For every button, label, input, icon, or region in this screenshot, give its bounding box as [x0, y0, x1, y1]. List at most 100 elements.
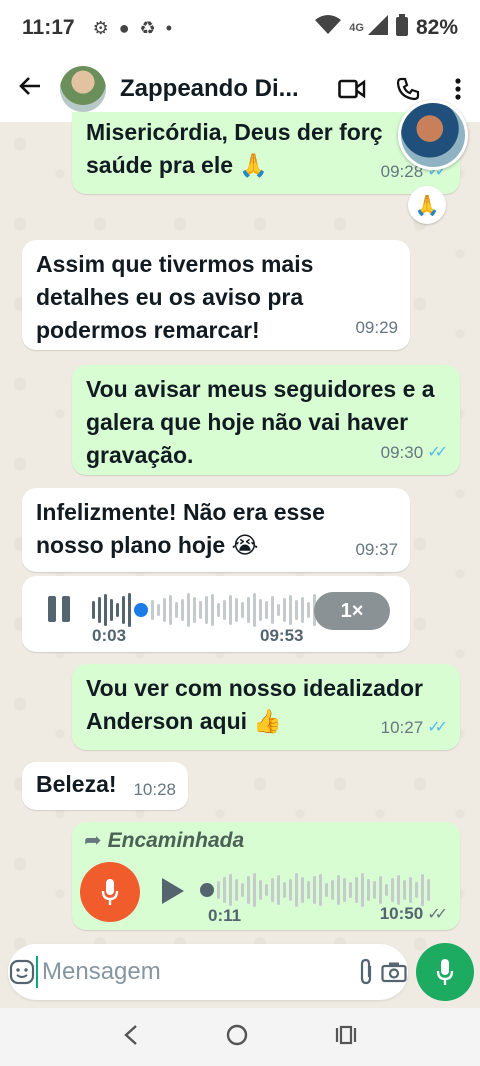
- waveform-bar: [427, 879, 430, 901]
- waveform-bar: [235, 598, 238, 622]
- forward-arrow-icon: ➦: [84, 829, 102, 852]
- message-time: 09:30: [380, 443, 424, 462]
- chat-title[interactable]: Zappeando Di...: [120, 75, 324, 103]
- waveform-bar: [247, 876, 250, 904]
- waveform-bar: [283, 598, 286, 622]
- waveform-bar: [295, 600, 298, 620]
- message-time: 09:29: [355, 318, 398, 337]
- audio-waveform[interactable]: [92, 592, 322, 628]
- waveform-bar: [403, 880, 406, 900]
- audio-progress-dot[interactable]: [134, 603, 148, 617]
- waveform-bar: [187, 593, 190, 627]
- message-bubble-incoming[interactable]: Assim que tivermos mais detalhes eu os a…: [22, 240, 410, 350]
- waveform-bar: [163, 598, 166, 622]
- reaction-badge[interactable]: 🙏: [408, 186, 446, 224]
- audio-position: 0:03: [92, 626, 127, 645]
- message-meta: 09:29: [355, 311, 398, 344]
- microphone-icon: [436, 959, 454, 985]
- notification-icons: ⚙ ● ♻ •: [93, 18, 172, 39]
- message-bubble-incoming[interactable]: Infelizmente! Não era esse nosso plano h…: [22, 488, 410, 572]
- waveform-bar: [391, 878, 394, 902]
- signal-icon: [367, 15, 388, 41]
- waveform-bar: [157, 604, 160, 616]
- message-time: 10:28: [133, 780, 176, 799]
- message-meta: 10:28: [133, 773, 176, 806]
- record-voice-button[interactable]: [416, 943, 474, 1001]
- video-call-icon[interactable]: [324, 61, 380, 117]
- read-ticks-icon: ✓✓: [427, 444, 448, 461]
- waveform-bar: [355, 877, 358, 903]
- audio-waveform[interactable]: [200, 872, 430, 908]
- nav-recents-icon[interactable]: [335, 1024, 357, 1051]
- voice-message-incoming[interactable]: 1× 0:03 09:53: [22, 576, 410, 652]
- message-text: Misericórdia, Deus der forç: [86, 119, 383, 145]
- waveform-bar: [116, 603, 119, 617]
- waveform-bar: [253, 593, 256, 627]
- message-input[interactable]: [36, 956, 352, 988]
- waveform-bar: [193, 597, 196, 623]
- waveform-bar: [331, 880, 334, 900]
- playback-speed-button[interactable]: 1×: [314, 592, 390, 630]
- forwarded-text: Encaminhada: [107, 829, 245, 852]
- message-time: 10:50: [379, 904, 424, 923]
- message-composer: [8, 944, 408, 1000]
- nav-home-icon[interactable]: [225, 1023, 249, 1052]
- pause-icon[interactable]: [48, 596, 72, 622]
- waveform-bar: [217, 603, 220, 617]
- waveform-bar: [229, 595, 232, 625]
- read-ticks-icon: ✓✓: [427, 719, 448, 736]
- message-meta: 09:30 ✓✓: [381, 436, 448, 469]
- message-bubble-outgoing[interactable]: Vou avisar meus seguidores e a galera qu…: [72, 365, 460, 475]
- waveform-bar: [421, 874, 424, 906]
- message-bubble-outgoing[interactable]: Vou ver com nosso idealizador Anderson a…: [72, 664, 460, 750]
- message-meta: 09:37: [355, 533, 398, 566]
- video-call-pip[interactable]: [398, 100, 468, 170]
- waveform-bar: [367, 879, 370, 901]
- wifi-icon: [315, 15, 342, 41]
- waveform-bar: [247, 597, 250, 623]
- waveform-bar: [295, 873, 298, 907]
- status-time: 11:17: [22, 16, 75, 39]
- message-time: 09:37: [355, 540, 398, 559]
- audio-progress-dot[interactable]: [200, 883, 214, 897]
- waveform-bar: [223, 877, 226, 903]
- waveform-bar: [325, 883, 328, 897]
- microphone-avatar-icon: [80, 862, 140, 922]
- waveform-bar: [277, 604, 280, 616]
- waveform-bar: [379, 876, 382, 904]
- waveform-bar: [307, 602, 310, 618]
- battery-icon: [395, 14, 408, 42]
- waveform-bar: [151, 600, 154, 620]
- play-icon[interactable]: [162, 878, 184, 904]
- waveform-bar: [241, 602, 244, 618]
- waveform-bar: [271, 878, 274, 902]
- waveform-bar: [283, 882, 286, 898]
- message-bubble-incoming[interactable]: Beleza! 10:28: [22, 762, 188, 810]
- attach-icon[interactable]: [352, 944, 380, 1000]
- waveform-bar: [415, 882, 418, 898]
- audio-position: 0:11: [208, 906, 242, 925]
- voice-message-outgoing[interactable]: ➦ Encaminhada 0:11 10:50 ✓✓: [72, 822, 460, 930]
- waveform-bar: [373, 881, 376, 899]
- waveform-bar: [181, 599, 184, 621]
- arrow-left-icon[interactable]: [0, 73, 60, 105]
- message-meta: 10:50 ✓✓: [380, 904, 448, 924]
- avatar[interactable]: [60, 66, 106, 112]
- delivered-ticks-icon: ✓✓: [427, 906, 448, 923]
- nav-back-icon[interactable]: [123, 1024, 139, 1051]
- waveform-bar: [301, 597, 304, 623]
- emoji-icon[interactable]: [8, 944, 36, 1000]
- waveform-bar: [289, 595, 292, 625]
- waveform-bar: [271, 596, 274, 624]
- audio-duration: 09:53: [260, 626, 304, 645]
- waveform-bar: [128, 593, 131, 627]
- camera-icon[interactable]: [380, 944, 408, 1000]
- sync-notification-icon: ♻: [139, 17, 156, 38]
- waveform-bar: [98, 597, 101, 623]
- waveform-bar: [289, 879, 292, 901]
- waveform-bar: [235, 879, 238, 901]
- waveform-bar: [343, 878, 346, 902]
- waveform-bar: [253, 873, 256, 907]
- chat-notification-icon: ●: [118, 17, 130, 38]
- more-notifications-icon: •: [165, 17, 173, 38]
